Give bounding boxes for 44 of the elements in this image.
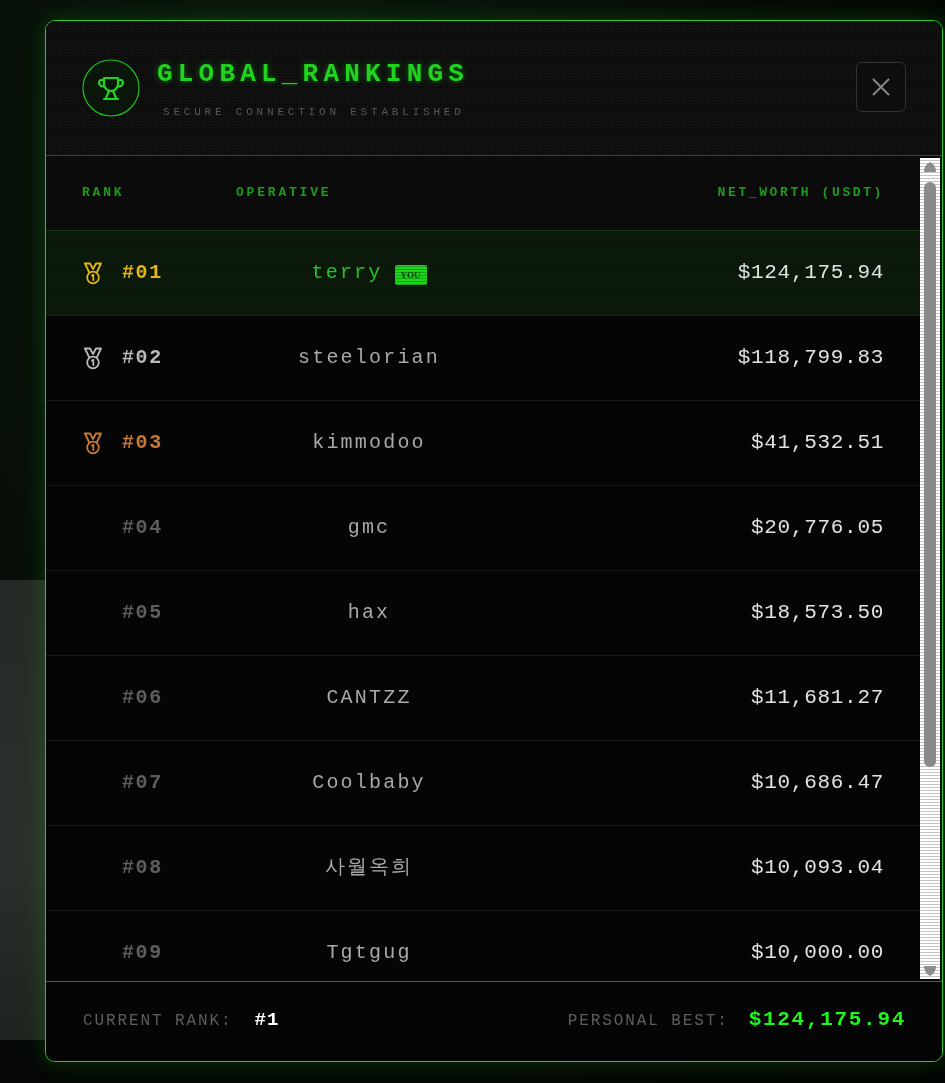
scrollbar[interactable] bbox=[920, 158, 940, 979]
column-header: RANK bbox=[82, 185, 125, 201]
player-name: hax bbox=[347, 601, 391, 625]
rank-number: #05 bbox=[122, 601, 163, 625]
rank-number: #03 bbox=[122, 431, 163, 455]
you-badge: YOU bbox=[394, 265, 427, 285]
up-arrow-icon[interactable] bbox=[923, 162, 937, 172]
rank-number: #06 bbox=[122, 686, 163, 710]
net-worth-value: $10,686.47 bbox=[750, 771, 884, 794]
player-name: CANTZZ bbox=[326, 686, 412, 710]
player-name: steelorian bbox=[298, 346, 440, 370]
net-worth-value: $20,776.05 bbox=[750, 516, 884, 539]
personal-best-label: PERSONAL BEST: bbox=[567, 1010, 729, 1031]
current-rank-value: #1 bbox=[254, 1008, 280, 1031]
close-icon bbox=[872, 78, 890, 96]
player-name: kimmodoo bbox=[312, 431, 426, 455]
rank-number: #08 bbox=[122, 856, 163, 880]
dialog-title: GLOBAL_RANKINGS bbox=[157, 59, 470, 89]
rank-number: #09 bbox=[122, 941, 163, 965]
net-worth-value: $118,799.83 bbox=[737, 346, 884, 369]
player-name: Tgtgug bbox=[326, 941, 412, 965]
rank-number: #01 bbox=[122, 261, 163, 285]
net-worth-value: $10,093.04 bbox=[750, 856, 884, 879]
column-header: NET_WORTH (USDT) bbox=[717, 185, 884, 201]
current-rank-label: CURRENT RANK: bbox=[83, 1010, 233, 1031]
net-worth-value: $41,532.51 bbox=[750, 431, 884, 454]
dialog-subtitle: SECURE CONNECTION ESTABLISHED bbox=[163, 105, 465, 119]
column-header: OPERATIVE bbox=[236, 185, 332, 201]
scrollbar-thumb[interactable] bbox=[924, 182, 936, 767]
rank-number: #07 bbox=[122, 771, 163, 795]
trophy-icon bbox=[82, 59, 140, 117]
player-name: gmc bbox=[347, 516, 391, 540]
net-worth-value: $124,175.94 bbox=[737, 261, 884, 284]
rank-number: #02 bbox=[122, 346, 163, 370]
player-name: Coolbaby bbox=[312, 771, 426, 795]
down-arrow-icon[interactable] bbox=[923, 966, 937, 976]
personal-best-value: $124,175.94 bbox=[748, 1007, 906, 1032]
rank-number: #04 bbox=[122, 516, 163, 540]
player-name: terry bbox=[311, 261, 383, 285]
close-button[interactable] bbox=[856, 62, 906, 112]
net-worth-value: $18,573.50 bbox=[750, 601, 884, 624]
net-worth-value: $10,000.00 bbox=[750, 941, 884, 964]
net-worth-value: $11,681.27 bbox=[750, 686, 884, 709]
player-name: 사월옥희 bbox=[324, 856, 414, 880]
